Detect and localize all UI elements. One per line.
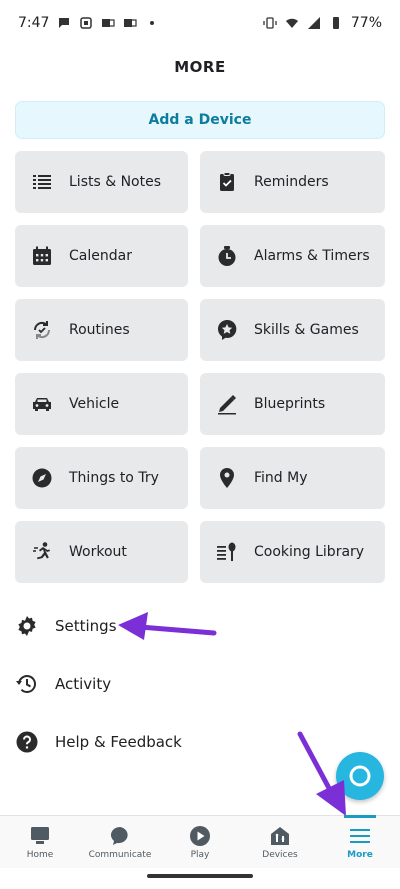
cooking-library-icon	[216, 541, 238, 563]
bottom-nav: Home Communicate Play Devices More	[0, 815, 400, 868]
shield-notification-icon	[79, 16, 93, 30]
pencil-icon	[216, 393, 238, 415]
tile-find-my[interactable]: Find My	[200, 447, 385, 509]
compass-icon	[31, 467, 53, 489]
chat-bubble-icon	[109, 825, 131, 847]
tile-vehicle[interactable]: Vehicle	[15, 373, 188, 435]
tile-reminders[interactable]: Reminders	[200, 151, 385, 213]
tile-lists-notes[interactable]: Lists & Notes	[15, 151, 188, 213]
calendar-icon	[31, 245, 53, 267]
menu-icon	[349, 825, 371, 847]
gear-icon	[15, 614, 39, 638]
list-icon	[31, 171, 53, 193]
star-bubble-icon	[216, 319, 238, 341]
tile-calendar[interactable]: Calendar	[15, 225, 188, 287]
car-icon	[31, 393, 53, 415]
play-icon	[189, 825, 211, 847]
tile-label: Calendar	[69, 248, 132, 264]
menu-item-label: Activity	[55, 675, 112, 693]
battery-percent: 77%	[350, 15, 382, 31]
chat-notification-icon	[57, 16, 71, 30]
wifi-icon	[285, 16, 299, 30]
alexa-ring-icon	[349, 765, 371, 787]
tile-label: Vehicle	[69, 396, 120, 412]
tile-workout[interactable]: Workout	[15, 521, 188, 583]
location-pin-icon	[216, 467, 238, 489]
nav-item-communicate[interactable]: Communicate	[80, 816, 160, 868]
devices-icon	[269, 825, 291, 847]
routines-icon	[31, 319, 53, 341]
nav-label: Home	[26, 849, 54, 860]
status-left: 7:47	[18, 15, 159, 31]
tile-label: Routines	[69, 322, 130, 338]
menu-item-label: Settings	[55, 617, 117, 635]
menu-item-help-feedback[interactable]: Help & Feedback	[15, 713, 385, 771]
tile-label: Reminders	[254, 174, 329, 190]
home-icon	[29, 825, 51, 847]
status-time: 7:47	[18, 15, 50, 31]
history-icon	[15, 672, 39, 696]
nav-item-devices[interactable]: Devices	[240, 816, 320, 868]
add-device-button[interactable]: Add a Device	[15, 101, 385, 139]
page-title: MORE	[174, 58, 226, 76]
tile-label: Lists & Notes	[69, 174, 162, 190]
alarm-clock-icon	[216, 245, 238, 267]
tile-label: Blueprints	[254, 396, 326, 412]
battery-icon	[329, 16, 343, 30]
outlook-notification-icon	[101, 16, 116, 30]
tile-alarms-timers[interactable]: Alarms & Timers	[200, 225, 385, 287]
nav-label: Devices	[262, 849, 298, 860]
nav-label: Communicate	[88, 849, 152, 860]
status-bar: 7:47 77%	[0, 0, 400, 46]
more-menu-list: Settings Activity Help & Feedback	[15, 597, 385, 771]
tile-skills-games[interactable]: Skills & Games	[200, 299, 385, 361]
menu-item-activity[interactable]: Activity	[15, 655, 385, 713]
tile-cooking-library[interactable]: Cooking Library	[200, 521, 385, 583]
signal-icon	[307, 16, 321, 30]
alexa-voice-button[interactable]	[336, 752, 384, 800]
menu-item-settings[interactable]: Settings	[15, 597, 385, 655]
nav-item-play[interactable]: Play	[160, 816, 240, 868]
vibrate-icon	[263, 16, 277, 30]
outlook-notification-icon-2	[123, 16, 138, 30]
nav-label: Play	[190, 849, 210, 860]
tile-blueprints[interactable]: Blueprints	[200, 373, 385, 435]
nav-label: More	[347, 849, 373, 860]
status-right: 77%	[263, 15, 382, 31]
tile-label: Things to Try	[69, 470, 159, 486]
tile-label: Skills & Games	[254, 322, 359, 338]
more-tiles-grid: Lists & Notes Reminders Calendar Alarms …	[15, 151, 385, 583]
tile-label: Cooking Library	[254, 544, 365, 560]
help-icon	[15, 730, 39, 754]
menu-item-label: Help & Feedback	[55, 733, 182, 751]
running-icon	[31, 541, 53, 563]
gesture-bar[interactable]	[147, 874, 253, 878]
tile-label: Workout	[69, 544, 127, 560]
nav-item-more[interactable]: More	[320, 815, 400, 868]
tile-label: Alarms & Timers	[254, 248, 370, 264]
clipboard-check-icon	[216, 171, 238, 193]
tile-routines[interactable]: Routines	[15, 299, 188, 361]
tile-label: Find My	[254, 470, 308, 486]
nav-item-home[interactable]: Home	[0, 816, 80, 868]
more-notifications-dot-icon	[145, 16, 159, 30]
tile-things-to-try[interactable]: Things to Try	[15, 447, 188, 509]
